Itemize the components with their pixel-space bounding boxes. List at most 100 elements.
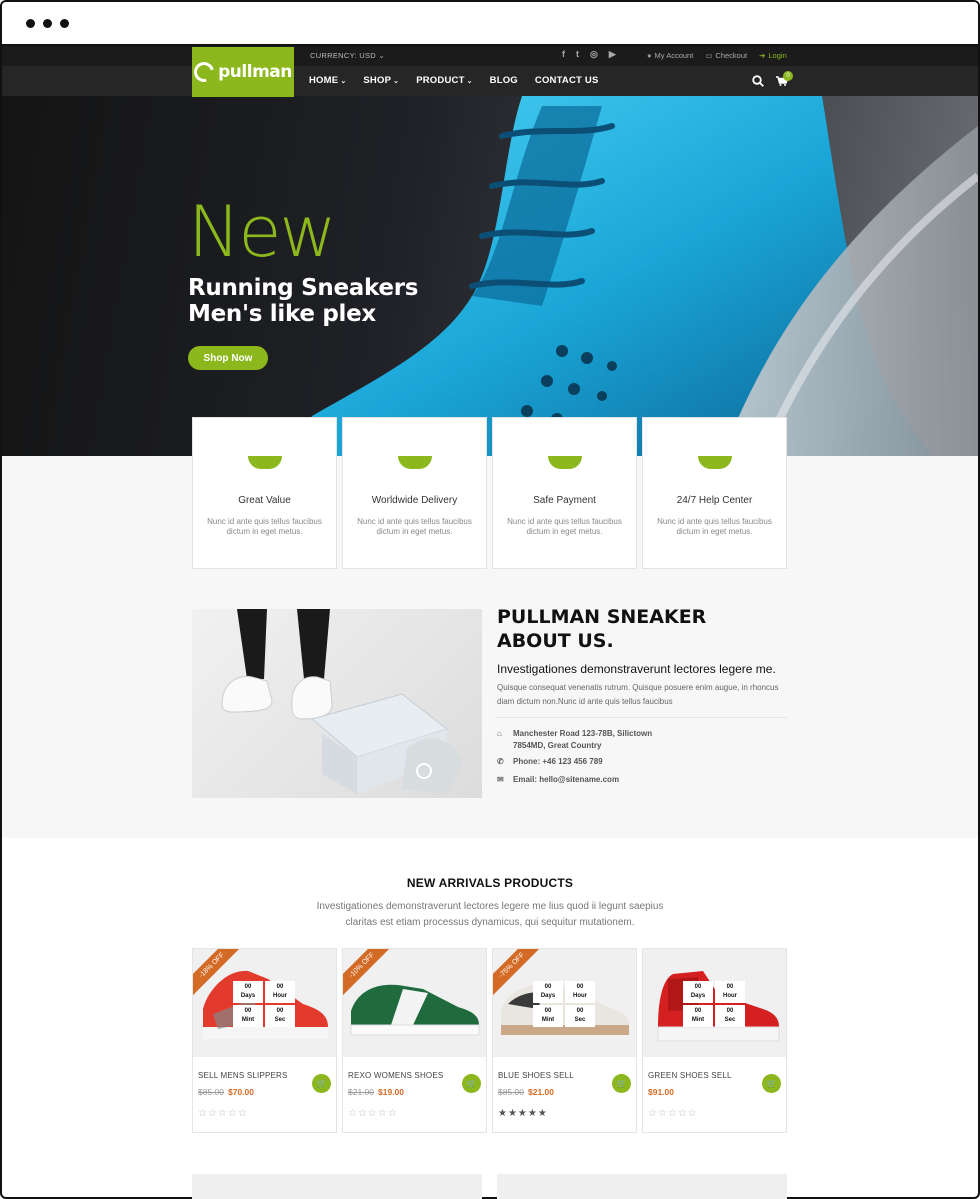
phone-info: ✆ Phone: +46 123 456 789 xyxy=(497,756,603,768)
chevron-down-icon: ⌄ xyxy=(378,51,385,60)
timer-hour: 00 Hour xyxy=(265,981,295,1003)
address-info: ⌂ Manchester Road 123-78B, Silictown 785… xyxy=(497,728,652,752)
timer-mint: 00 Mint xyxy=(233,1005,263,1027)
about-photo xyxy=(192,609,482,798)
price: $21.00 xyxy=(528,1087,554,1097)
add-to-cart-button[interactable]: 🛒 xyxy=(762,1074,781,1093)
star-rating: ☆☆☆☆☆ xyxy=(348,1108,398,1119)
leaf-icon xyxy=(697,456,732,469)
top-bar xyxy=(2,46,978,66)
menu-label: SHOP xyxy=(363,75,392,86)
login-link[interactable]: ➔ Login xyxy=(759,51,787,60)
window-controls[interactable] xyxy=(26,19,69,28)
currency-selector[interactable]: CURRENCY: USD ⌄ xyxy=(310,51,385,60)
shop-now-button[interactable]: Shop Now xyxy=(188,346,268,370)
product-image: -18% OFF 00 Days 00 Hour 00 Mint 00 Sec xyxy=(193,949,336,1057)
window-dot[interactable] xyxy=(26,19,35,28)
timer-sec: 00 Sec xyxy=(265,1005,295,1027)
add-to-cart-button[interactable]: 🛒 xyxy=(462,1074,481,1093)
checkout-link[interactable]: ▭ Checkout xyxy=(705,51,747,60)
social-links: f t ◎ ▶ xyxy=(562,49,616,60)
leaf-icon xyxy=(247,456,282,469)
feature-text: Nunc id ante quis tellus faucibus dictum… xyxy=(657,517,772,537)
twitter-icon[interactable]: t xyxy=(576,49,579,60)
menu-label: BLOG xyxy=(489,75,518,86)
youtube-icon[interactable]: ▶ xyxy=(609,49,616,60)
feature-card-help: 24/7 Help Center Nunc id ante quis tellu… xyxy=(642,417,787,569)
menu-item-shop[interactable]: SHOP ⌄ xyxy=(363,75,399,86)
leaf-icon xyxy=(397,456,432,469)
menu-item-blog[interactable]: BLOG xyxy=(490,75,518,86)
about-title-line1: PULLMAN SNEAKER xyxy=(497,606,707,628)
countdown-timer: 00 Days 00 Hour 00 Mint 00 Sec xyxy=(533,981,595,1027)
add-to-cart-button[interactable]: 🛒 xyxy=(312,1074,331,1093)
leaf-icon xyxy=(547,456,582,469)
window-dot[interactable] xyxy=(43,19,52,28)
countdown-timer: 00 Days 00 Hour 00 Mint 00 Sec xyxy=(233,981,295,1027)
feature-text: Nunc id ante quis tellus faucibus dictum… xyxy=(507,517,622,537)
product-name[interactable]: REXO WOMENS SHOES xyxy=(348,1071,443,1080)
email-info: ✉ Email: hello@sitename.com xyxy=(497,774,619,786)
price: $70.00 xyxy=(228,1087,254,1097)
cart-count-badge: 0 xyxy=(783,71,793,81)
feature-title: Safe Payment xyxy=(533,495,596,506)
logo-icon xyxy=(190,58,218,86)
hero-headline: New xyxy=(188,191,337,273)
my-account-link[interactable]: ● My Account xyxy=(647,51,693,60)
timer-mint: 00 Mint xyxy=(683,1005,713,1027)
phone-text: Phone: +46 123 456 789 xyxy=(513,757,603,766)
home-icon: ⌂ xyxy=(497,729,502,738)
timer-mint: 00 Mint xyxy=(533,1005,563,1027)
email-text[interactable]: Email: hello@sitename.com xyxy=(513,774,619,786)
old-price: $21.00 xyxy=(348,1087,374,1097)
sneaker-image xyxy=(292,96,978,456)
product-image: -10% OFF xyxy=(343,949,486,1057)
about-paragraph: Quisque consequat venenatis rutrum. Quis… xyxy=(497,683,779,706)
timer-days: 00 Days xyxy=(683,981,713,1003)
about-title: PULLMAN SNEAKER ABOUT US. xyxy=(497,606,757,654)
product-card[interactable]: -18% OFF 00 Days 00 Hour 00 Mint 00 Sec SELL… xyxy=(192,948,337,1133)
product-image: 00 Days 00 Hour 00 Mint 00 Sec xyxy=(643,949,786,1057)
menu-label: HOME xyxy=(309,75,339,86)
star-rating: ☆☆☆☆☆ xyxy=(648,1108,698,1119)
address-line1: Manchester Road 123-78B, Silictown xyxy=(513,729,653,738)
feature-card-payment: Safe Payment Nunc id ante quis tellus fa… xyxy=(492,417,637,569)
main-menu: HOME ⌄ SHOP ⌄ PRODUCT ⌄ BLOG CONTACT US xyxy=(309,75,598,86)
chevron-down-icon: ⌄ xyxy=(393,78,400,85)
feature-title: 24/7 Help Center xyxy=(676,495,753,506)
menu-item-home[interactable]: HOME ⌄ xyxy=(309,75,346,86)
window-dot[interactable] xyxy=(60,19,69,28)
facebook-icon[interactable]: f xyxy=(562,49,565,60)
timer-hour: 00 Hour xyxy=(715,981,745,1003)
cart-icon: 🛒 xyxy=(616,1079,627,1088)
banner-image-right xyxy=(497,1174,787,1199)
timer-sec: 00 Sec xyxy=(715,1005,745,1027)
feature-title: Great Value xyxy=(238,495,291,506)
about-section-background xyxy=(2,456,978,838)
chevron-down-icon: ⌄ xyxy=(340,78,347,85)
search-icon[interactable] xyxy=(752,75,764,87)
menu-item-contact[interactable]: CONTACT US xyxy=(535,75,599,86)
my-account-label: My Account xyxy=(654,51,694,60)
add-to-cart-button[interactable]: 🛒 xyxy=(612,1074,631,1093)
feature-card-value: Great Value Nunc id ante quis tellus fau… xyxy=(192,417,337,569)
site-logo[interactable]: pullman xyxy=(190,47,294,97)
product-card[interactable]: -10% OFF REXO WOMENS SHOES $21.00 $19.00… xyxy=(342,948,487,1133)
product-name[interactable]: GREEN SHOES SELL xyxy=(648,1071,732,1080)
card-icon: ▭ xyxy=(705,51,713,60)
menu-item-product[interactable]: PRODUCT ⌄ xyxy=(416,75,472,86)
feature-text: Nunc id ante quis tellus faucibus dictum… xyxy=(357,517,472,537)
about-subtitle: Investigationes demonstraverunt lectores… xyxy=(497,662,776,676)
banner-image-left xyxy=(192,1174,482,1199)
product-card[interactable]: -75% OFF 00 Days 00 Hour 00 Mint 00 Sec BLUE… xyxy=(492,948,637,1133)
product-card[interactable]: 00 Days 00 Hour 00 Mint 00 Sec GREEN SHOES S… xyxy=(642,948,787,1133)
product-name[interactable]: SELL MENS SLIPPERS xyxy=(198,1071,288,1080)
chevron-down-icon: ⌄ xyxy=(466,78,473,85)
window-titlebar xyxy=(2,2,978,46)
product-name[interactable]: BLUE SHOES SELL xyxy=(498,1071,574,1080)
star-rating: ☆☆☆☆☆ xyxy=(198,1108,248,1119)
envelope-icon: ✉ xyxy=(497,775,504,784)
user-icon: ● xyxy=(647,51,652,60)
instagram-icon[interactable]: ◎ xyxy=(590,49,598,60)
feature-title: Worldwide Delivery xyxy=(371,495,458,506)
